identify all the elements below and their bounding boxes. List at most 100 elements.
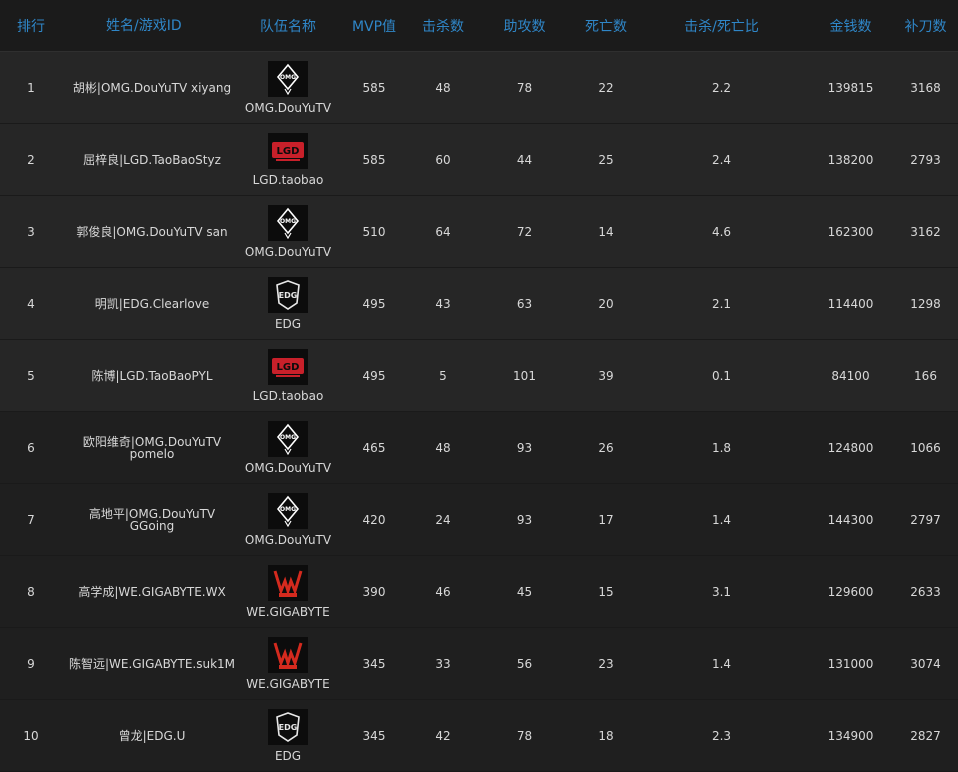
table-row[interactable]: 10 曾龙|EDG.U EDG EDG 345 42 78 18 2.3 134900 2827 [0,700,958,772]
team-cell: WE.GIGABYTE [242,556,334,627]
deaths-cell: 25 [598,152,614,167]
cs-cell: 1066 [910,440,941,455]
kd-cell: 1.8 [711,440,732,455]
kd-cell: 2.1 [711,296,732,311]
header-name[interactable]: 姓名/游戏ID [62,0,242,51]
team-name: LGD.taobao [252,388,324,403]
header-assists[interactable]: 助攻数 [472,0,577,51]
header-team[interactable]: 队伍名称 [242,0,334,51]
gold-cell: 131000 [827,656,874,671]
name-cell[interactable]: 陈博|LGD.TaoBaoPYL [62,340,242,411]
kills-cell: 48 [435,440,451,455]
lgd-logo-icon: LGD [268,348,308,385]
header-gold[interactable]: 金钱数 [808,0,893,51]
kills-cell: 64 [435,224,451,239]
kd-cell: 4.6 [711,224,732,239]
cs-cell: 166 [914,368,937,383]
gold-cell: 129600 [827,584,874,599]
deaths-cell: 17 [598,512,614,527]
kills-cell: 33 [435,656,451,671]
assists-cell: 93 [516,440,533,455]
assists-cell: 44 [516,152,533,167]
team-name: EDG [274,748,302,763]
name-cell[interactable]: 曾龙|EDG.U [62,700,242,771]
rank-cell: 10 [23,728,39,743]
header-deaths[interactable]: 死亡数 [577,0,635,51]
assists-cell: 45 [516,584,533,599]
omg-logo-icon: OMG [268,420,308,457]
kills-cell: 42 [435,728,451,743]
mvp-cell: 390 [362,584,386,599]
kd-cell: 2.4 [711,152,732,167]
header-cs[interactable]: 补刀数 [893,0,958,51]
gold-cell: 134900 [827,728,874,743]
kills-cell: 24 [435,512,451,527]
kd-cell: 2.3 [711,728,732,743]
name-cell[interactable]: 高学成|WE.GIGABYTE.WX [62,556,242,627]
name-cell[interactable]: 高地平|OMG.DouYuTV GGoing [62,484,242,555]
kills-cell: 46 [435,584,451,599]
deaths-cell: 23 [598,656,614,671]
svg-text:OMG: OMG [280,434,296,441]
table-row[interactable]: 8 高学成|WE.GIGABYTE.WX WE.GIGABYTE 390 46 45 15 3… [0,556,958,628]
rank-cell: 6 [27,440,35,455]
assists-cell: 78 [516,80,533,95]
cs-cell: 2797 [910,512,941,527]
edg-logo-icon: EDG [268,708,308,745]
mvp-cell: 345 [362,656,386,671]
name-cell[interactable]: 明凯|EDG.Clearlove [62,268,242,339]
table-body: 1 胡彬|OMG.DouYuTV xiyang OMG OMG.DouYuTV 585 4… [0,52,958,772]
rank-cell: 3 [27,224,35,239]
gold-cell: 124800 [827,440,874,455]
kills-cell: 43 [435,296,451,311]
edg-logo-icon: EDG [268,276,308,313]
gold-cell: 84100 [831,368,870,383]
leaderboard-table: 排行 姓名/游戏ID 队伍名称 MVP值 击杀数 助攻数 死亡数 击杀/死亡比 … [0,0,958,772]
team-name: OMG.DouYuTV [244,244,332,259]
header-mvp[interactable]: MVP值 [334,0,414,51]
we-logo-icon [268,636,308,673]
table-row[interactable]: 2 屈梓良|LGD.TaoBaoStyz LGD LGD.taobao 585 60 44 2… [0,124,958,196]
header-kills[interactable]: 击杀数 [414,0,472,51]
team-cell: OMG OMG.DouYuTV [242,196,334,267]
rank-cell: 2 [27,152,35,167]
gold-cell: 138200 [827,152,874,167]
kills-cell: 48 [435,80,451,95]
kills-cell: 5 [439,368,447,383]
table-row[interactable]: 7 高地平|OMG.DouYuTV GGoing OMG OMG.DouYuTV 420… [0,484,958,556]
name-cell[interactable]: 陈智远|WE.GIGABYTE.suk1M [62,628,242,699]
cs-cell: 2633 [910,584,941,599]
assists-cell: 56 [516,656,533,671]
team-name: WE.GIGABYTE [246,604,330,619]
svg-text:OMG: OMG [280,74,296,81]
rank-cell: 5 [27,368,35,383]
svg-text:EDG: EDG [279,291,298,300]
cs-cell: 2793 [910,152,941,167]
deaths-cell: 39 [598,368,614,383]
header-rank[interactable]: 排行 [0,0,62,51]
table-row[interactable]: 9 陈智远|WE.GIGABYTE.suk1M WE.GIGABYTE 345 33 56… [0,628,958,700]
assists-cell: 93 [516,512,533,527]
name-cell[interactable]: 胡彬|OMG.DouYuTV xiyang [62,52,242,123]
table-row[interactable]: 4 明凯|EDG.Clearlove EDG EDG 495 43 63 20 2.1 11440… [0,268,958,340]
table-header: 排行 姓名/游戏ID 队伍名称 MVP值 击杀数 助攻数 死亡数 击杀/死亡比 … [0,0,958,52]
table-row[interactable]: 5 陈博|LGD.TaoBaoPYL LGD LGD.taobao 495 5 101 39 0… [0,340,958,412]
name-cell[interactable]: 郭俊良|OMG.DouYuTV san [62,196,242,267]
kd-cell: 2.2 [711,80,732,95]
kills-cell: 60 [435,152,451,167]
table-row[interactable]: 3 郭俊良|OMG.DouYuTV san OMG OMG.DouYuTV 510 64 7… [0,196,958,268]
kd-cell: 1.4 [711,512,732,527]
table-row[interactable]: 6 欧阳维奇|OMG.DouYuTV pomelo OMG OMG.DouYuTV 46… [0,412,958,484]
table-row[interactable]: 1 胡彬|OMG.DouYuTV xiyang OMG OMG.DouYuTV 585 4… [0,52,958,124]
header-kd[interactable]: 击杀/死亡比 [635,0,808,51]
mvp-cell: 495 [362,368,386,383]
rank-cell: 8 [27,584,35,599]
gold-cell: 139815 [827,80,874,95]
name-cell[interactable]: 欧阳维奇|OMG.DouYuTV pomelo [62,412,242,483]
team-cell: WE.GIGABYTE [242,628,334,699]
name-cell[interactable]: 屈梓良|LGD.TaoBaoStyz [62,124,242,195]
mvp-cell: 495 [362,296,386,311]
omg-logo-icon: OMG [268,204,308,241]
mvp-cell: 585 [362,80,386,95]
assists-cell: 78 [516,728,533,743]
